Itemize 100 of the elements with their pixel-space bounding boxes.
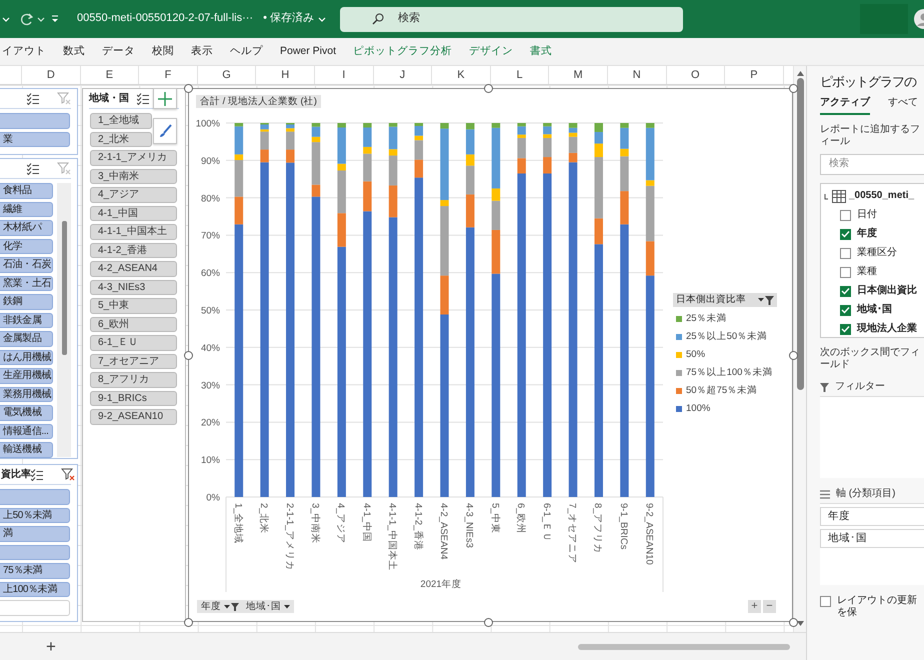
slicer-item[interactable]: 8_アフリカ — [90, 372, 177, 388]
column-header[interactable]: H — [256, 66, 315, 84]
slicer-item[interactable]: 3_中南米 — [90, 168, 177, 184]
slicer-item[interactable]: 上50％未満 — [0, 508, 70, 523]
save-status-button[interactable]: • 保存済み — [263, 12, 326, 26]
slicer-item[interactable]: 木材紙パ — [0, 220, 53, 236]
search-input[interactable]: 検索 — [384, 12, 674, 26]
column-header[interactable]: M — [549, 66, 608, 84]
slicer-item[interactable]: 2_北米 — [90, 132, 152, 147]
table-name[interactable]: _00550_meti_ — [849, 190, 914, 202]
ribbon-tab[interactable]: データ — [102, 45, 135, 58]
caret-icon[interactable] — [284, 604, 290, 609]
resize-handle[interactable] — [184, 618, 193, 627]
slicer-item[interactable]: 鉄鋼 — [0, 294, 53, 310]
caret-icon[interactable] — [37, 16, 45, 22]
search-input[interactable]: 検索 — [827, 157, 921, 172]
checkbox[interactable] — [840, 324, 851, 335]
pane-tab[interactable]: すべて — [888, 96, 918, 115]
area-field[interactable]: 年度 — [820, 506, 924, 526]
resize-handle[interactable] — [789, 351, 798, 360]
checkbox[interactable] — [840, 286, 851, 297]
slicer-item[interactable]: 繊維 — [0, 202, 53, 217]
resize-handle[interactable] — [184, 84, 193, 93]
column-header[interactable]: N — [608, 66, 667, 84]
slicer-item[interactable]: 1_全地域 — [90, 113, 152, 128]
scrollbar-thumb[interactable] — [62, 221, 66, 355]
scrollbar-thumb[interactable] — [578, 644, 790, 650]
slicer-item[interactable]: 4-1_中国 — [90, 206, 177, 221]
slicer-item[interactable]: 4-2_ASEAN4 — [90, 261, 177, 276]
checkbox[interactable] — [840, 266, 851, 278]
column-header[interactable]: I — [314, 66, 374, 84]
ribbon-tab[interactable]: ピボットグラフ分析 — [353, 45, 452, 58]
checkbox[interactable] — [840, 304, 851, 316]
column-header[interactable]: O — [666, 66, 726, 84]
checkbox[interactable] — [840, 210, 851, 221]
resize-handle[interactable] — [484, 618, 493, 627]
add-sheet-button[interactable]: + — [46, 638, 56, 655]
clear-filter-icon[interactable] — [61, 468, 75, 481]
pane-tab[interactable]: アクティブ — [820, 96, 870, 115]
value-field-button[interactable]: 合計 / 現地法人企業数 (社) — [196, 95, 321, 108]
checkbox[interactable] — [840, 248, 851, 259]
ribbon-tab[interactable]: 校閲 — [152, 45, 174, 58]
resize-handle[interactable] — [789, 84, 798, 93]
ribbon-tab[interactable]: 書式 — [530, 45, 552, 58]
scroll-down-icon[interactable] — [796, 621, 804, 626]
search-field[interactable]: 検索 — [340, 6, 684, 32]
ribbon-tab[interactable]: ヘルプ — [230, 45, 263, 58]
caret-icon[interactable] — [224, 604, 230, 609]
ribbon-tab[interactable]: イアウト — [2, 45, 46, 58]
column-header[interactable]: G — [198, 66, 256, 84]
checkbox[interactable] — [820, 596, 831, 607]
slicer-item[interactable]: 非鉄金属 — [0, 312, 53, 328]
slicer-item[interactable]: 窯業・土石 — [0, 276, 53, 291]
slicer-item[interactable]: 9-2_ASEAN10 — [90, 409, 177, 424]
drop-area[interactable]: 年度 地域･国 — [820, 502, 924, 585]
slicer-item[interactable]: 金属製品 — [0, 331, 53, 346]
slicer-item[interactable]: 4-3_NIEs3 — [90, 280, 177, 295]
field-button[interactable]: 地域･国 — [242, 600, 294, 614]
collapse-icon[interactable] — [824, 192, 829, 200]
multi-select-icon[interactable] — [137, 92, 149, 104]
ribbon-tab[interactable]: 表示 — [191, 45, 213, 58]
slicer-item[interactable]: 7_オセアニア — [90, 354, 177, 369]
slicer-item[interactable]: 情報通信... — [0, 424, 53, 439]
slicer-item[interactable]: 9-1_BRICs — [90, 390, 177, 406]
slicer-item[interactable]: 上100％未満 — [0, 582, 70, 597]
scroll-up-icon[interactable] — [796, 71, 804, 76]
slicer-item[interactable]: 輸送機械 — [0, 442, 53, 458]
legend-field-button[interactable]: 日本側出資比率 — [673, 293, 777, 307]
multi-select-icon[interactable] — [27, 92, 39, 104]
slicer-item[interactable]: 石油・石炭 — [0, 257, 53, 272]
slicer-item[interactable]: 満 — [0, 526, 70, 542]
slicer-item[interactable]: 2-1-1_アメリカ — [90, 150, 177, 166]
slicer-item[interactable]: 生産用機械 — [0, 368, 53, 384]
area-field[interactable]: 地域･国 — [820, 528, 924, 548]
multi-select-icon[interactable] — [27, 162, 39, 174]
expand-button[interactable]: + — [748, 600, 761, 613]
slicer-item[interactable]: 6_欧州 — [90, 316, 177, 332]
column-header[interactable]: J — [374, 66, 432, 84]
customize-icon[interactable] — [51, 15, 59, 23]
search-field[interactable]: 検索 — [820, 154, 924, 175]
slicer-item[interactable]: 4_アジア — [90, 187, 177, 202]
scrollbar-thumb[interactable] — [796, 78, 804, 390]
slicer-item[interactable]: 5_中東 — [90, 298, 177, 314]
ribbon-tab[interactable]: デザイン — [469, 45, 514, 58]
column-header[interactable]: E — [80, 66, 140, 84]
column-header[interactable]: K — [432, 66, 491, 84]
resize-handle[interactable] — [184, 351, 193, 360]
slicer-item[interactable]: 業 — [0, 132, 70, 147]
resize-handle[interactable] — [484, 84, 493, 93]
slicer-item[interactable]: 4-1-2_香港 — [90, 242, 177, 258]
column-header[interactable]: P — [725, 66, 784, 84]
column-header[interactable]: F — [139, 66, 198, 84]
slicer-item[interactable]: 化学 — [0, 238, 53, 254]
slicer-item[interactable]: 75％未満 — [0, 563, 70, 578]
ribbon-tab[interactable]: 数式 — [63, 45, 85, 58]
redo-icon[interactable] — [20, 12, 34, 26]
slicer-item[interactable]: 6-1_ＥＵ — [90, 335, 177, 350]
collapse-button[interactable]: − — [763, 600, 776, 613]
resize-handle[interactable] — [789, 618, 798, 627]
caret-icon[interactable] — [758, 298, 764, 302]
